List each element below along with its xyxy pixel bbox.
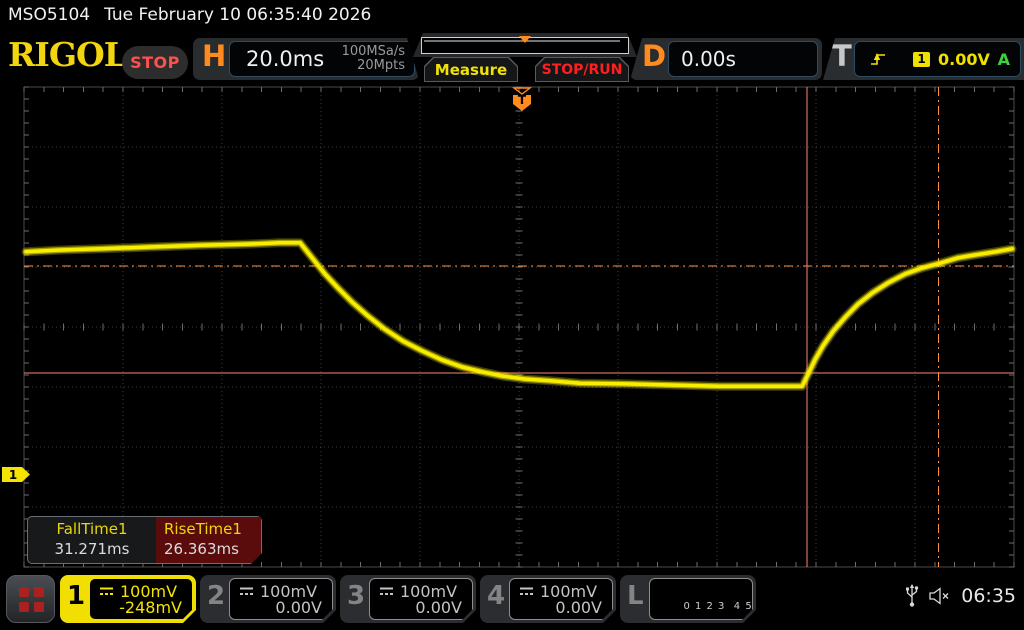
channel-readout: 100mV 0.00V (229, 578, 333, 620)
rigol-logo: RIGOL (8, 38, 126, 71)
delay-label: D (642, 42, 666, 71)
channel-offset: 0.00V (555, 598, 602, 617)
channel-offset: 0.00V (415, 598, 462, 617)
svg-text:1: 1 (9, 468, 17, 482)
channel-1-level-marker[interactable]: 1 (2, 467, 30, 482)
trigger-mode: A (998, 50, 1010, 69)
overview-position-marker[interactable] (519, 36, 531, 43)
date-time: Tue February 10 06:35:40 2026 (104, 5, 371, 25)
measurement-risetime[interactable]: RiseTime1 26.363ms (156, 517, 261, 563)
stop-run-button[interactable]: STOP/RUN (535, 57, 629, 82)
horizontal-settings-button[interactable]: H 20.0ms 100MSa/s 20Mpts (193, 38, 419, 80)
dc-coupling-icon (518, 586, 535, 597)
logic-label: L (627, 583, 644, 609)
svg-text:T: T (518, 93, 527, 107)
channel-readout: 100mV 0.00V (369, 578, 473, 620)
memory-depth: 20Mpts (357, 58, 405, 73)
delay-readout: 0.00s (668, 41, 818, 77)
dc-coupling-icon (238, 586, 255, 597)
trigger-readout: 1 0.00V A (854, 41, 1021, 77)
title-bar: MSO5104 Tue February 10 06:35:40 2026 (0, 0, 1024, 30)
channel-readout: 100mV 0.00V (509, 578, 613, 620)
measurement-value: 26.363ms (164, 540, 261, 558)
measurement-label: RiseTime1 (164, 520, 261, 538)
measurement-falltime[interactable]: FallTime1 31.271ms (28, 517, 156, 563)
trigger-slope-icon (869, 51, 887, 67)
channel-3-tab[interactable]: 3 100mV 0.00V (340, 575, 476, 623)
measurement-label: FallTime1 (28, 520, 156, 538)
timebase-value: 20.0ms (246, 47, 324, 71)
measure-button[interactable]: Measure (424, 57, 518, 82)
channel-number: 4 (487, 583, 505, 609)
trigger-position-marker[interactable]: T (513, 93, 531, 111)
horizontal-readout: 20.0ms 100MSa/s 20Mpts (229, 41, 415, 77)
channel-number: 1 (67, 583, 85, 609)
measurement-value: 31.271ms (28, 540, 156, 558)
logic-channels-row1: 0 1 2 3 4 5 6 7 (683, 601, 775, 612)
logic-analyzer-tab[interactable]: L 0 1 2 3 4 5 6 7 8 9 1011 12131415 (620, 575, 756, 623)
channel-2-tab[interactable]: 2 100mV 0.00V (200, 575, 336, 623)
menu-button[interactable] (6, 575, 55, 623)
oscilloscope-screen: MSO5104 Tue February 10 06:35:40 2026 RI… (0, 0, 1024, 630)
channel-offset: 0.00V (275, 598, 322, 617)
horizontal-label: H (202, 42, 226, 71)
channel-1-tab[interactable]: 1 100mV -248mV (60, 575, 196, 623)
measurement-panel[interactable]: FallTime1 31.271ms RiseTime1 26.363ms (27, 516, 262, 564)
channel-readout: 100mV -248mV (89, 578, 193, 620)
channel-number: 3 (347, 583, 365, 609)
clock: 06:35 (961, 585, 1016, 607)
menu-grid-icon (19, 587, 44, 612)
waveform-overview-strip[interactable] (413, 33, 637, 57)
channel-number: 2 (207, 583, 225, 609)
sample-rate: 100MSa/s (342, 44, 405, 59)
trigger-label: T (832, 42, 852, 71)
delay-settings-button[interactable]: D 0.00s (630, 38, 822, 80)
model-name: MSO5104 (8, 5, 90, 25)
logic-readout: 0 1 2 3 4 5 6 7 8 9 1011 12131415 (649, 578, 753, 620)
acquisition-info: 100MSa/s 20Mpts (342, 45, 405, 73)
dc-coupling-icon (378, 586, 395, 597)
usb-icon (905, 584, 919, 608)
trigger-source-badge: 1 (913, 52, 930, 67)
delay-value: 0.00s (681, 47, 736, 71)
channel-offset: -248mV (119, 598, 182, 617)
dc-coupling-icon (98, 586, 115, 597)
speaker-muted-icon (929, 587, 951, 605)
status-bar: 06:35 (905, 584, 1016, 608)
run-state-badge: STOP (122, 46, 188, 79)
trigger-level-value: 0.00V (938, 50, 990, 69)
graticule-display: T1 (0, 84, 1024, 572)
channel-4-tab[interactable]: 4 100mV 0.00V (480, 575, 616, 623)
trigger-settings-button[interactable]: T 1 0.00V A (823, 38, 1024, 80)
